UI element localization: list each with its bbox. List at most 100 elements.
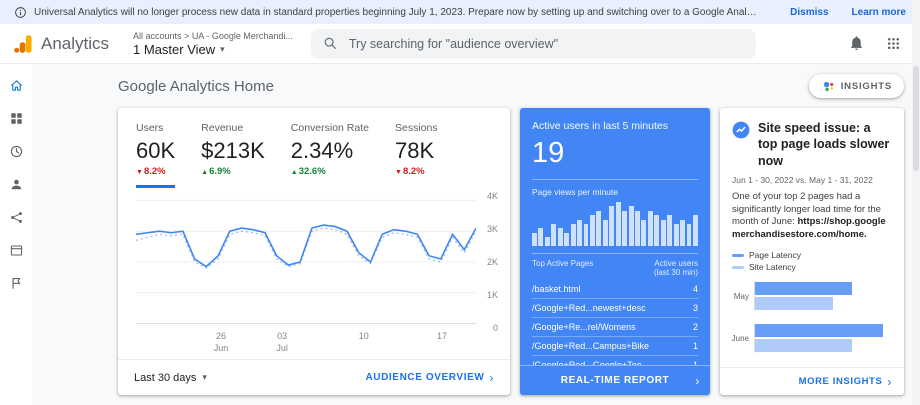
metric-label: Users — [136, 122, 164, 134]
pageview-bar — [673, 224, 679, 246]
pageview-bar — [622, 210, 628, 246]
sidebar-item-realtime[interactable] — [3, 138, 29, 164]
insights-button[interactable]: INSIGHTS — [808, 74, 904, 98]
y-tick-label: 1K — [486, 290, 498, 300]
active-page-path: /Google+Red...newest+desc — [532, 303, 646, 313]
active-page-users: 1 — [692, 341, 698, 351]
active-page-path: /Google+Red...Campus+Bike — [532, 341, 650, 351]
insight-title: Site speed issue: a top page loads slowe… — [758, 121, 890, 168]
chevron-right-icon: › — [695, 373, 700, 388]
metric-tab-sessions[interactable]: Sessions 78K ▼8.2% — [395, 122, 438, 188]
sidebar — [0, 64, 32, 405]
y-tick-label: 4K — [486, 191, 498, 201]
pageviews-label: Page views per minute — [532, 179, 698, 197]
acquisition-icon — [10, 211, 22, 223]
metric-tab-revenue[interactable]: Revenue $213K ▲6.9% — [201, 122, 265, 188]
latency-bar — [755, 297, 834, 310]
sidebar-item-customization[interactable] — [3, 105, 29, 131]
realtime-title: Active users in last 5 minutes — [532, 120, 668, 132]
legend-label: Site Latency — [749, 262, 796, 272]
pageview-bar — [667, 215, 673, 246]
apps-grid-icon[interactable] — [885, 35, 902, 52]
latency-row: May — [726, 281, 890, 311]
chevron-right-icon: › — [887, 374, 892, 389]
insight-body: One of your top 2 pages had a significan… — [732, 190, 886, 241]
latency-bar — [755, 339, 853, 352]
metric-value: 78K — [395, 138, 435, 163]
more-insights-link[interactable]: MORE INSIGHTS › — [799, 375, 892, 389]
pageview-bar — [596, 210, 602, 246]
latency-row: June — [726, 323, 890, 353]
pageview-bar — [654, 215, 660, 246]
pageview-bar — [680, 219, 685, 246]
pageview-bar — [635, 210, 640, 246]
x-tick-label: 03 Jul — [276, 331, 288, 353]
overview-chart-svg — [136, 196, 476, 328]
active-page-row[interactable]: /Google+Re...rel/Womens 2 — [532, 317, 698, 336]
y-tick-label: 3K — [486, 224, 498, 234]
chevron-right-icon: › — [489, 370, 494, 385]
chevron-down-icon: ▾ — [202, 372, 207, 382]
info-icon — [15, 6, 26, 18]
legend-label: Page Latency — [749, 250, 801, 260]
active-page-row[interactable]: /Google+Red...newest+desc 3 — [532, 298, 698, 317]
metric-tab-conversion-rate[interactable]: Conversion Rate 2.34% ▲32.6% — [291, 122, 369, 188]
pageview-bar — [551, 224, 557, 246]
latency-bar — [755, 324, 884, 337]
dismiss-button[interactable]: Dismiss — [790, 7, 828, 18]
sidebar-item-audience[interactable] — [3, 171, 29, 197]
pageview-bar — [557, 228, 563, 246]
pageview-bar — [532, 232, 537, 246]
insight-chart: May June — [720, 274, 904, 367]
sidebar-item-behavior[interactable] — [3, 237, 29, 263]
pageview-bar — [692, 215, 698, 246]
scrollbar-thumb[interactable] — [913, 66, 919, 171]
metric-value: 2.34% — [290, 138, 354, 163]
sidebar-item-home[interactable] — [3, 72, 29, 98]
vertical-scrollbar[interactable] — [912, 0, 920, 405]
search-input[interactable] — [346, 35, 744, 52]
insight-date-range: Jun 1 - 30, 2022 vs. May 1 - 31, 2022 — [732, 174, 873, 185]
y-tick-label: 0 — [492, 323, 498, 333]
realtime-card: Active users in last 5 minutes 19 Page v… — [520, 108, 710, 395]
search-bar[interactable] — [310, 28, 756, 59]
ua-deprecation-banner: Universal Analytics will no longer proce… — [0, 0, 920, 24]
pageview-bar — [628, 206, 634, 246]
learn-more-link[interactable]: Learn more — [852, 7, 906, 18]
pageview-bar — [564, 232, 570, 246]
active-page-row[interactable]: /Google+Red...Campus+Bike 1 — [532, 336, 698, 355]
realtime-report-link[interactable]: REAL-TIME REPORT › — [520, 365, 710, 395]
latency-category-label: June — [731, 333, 749, 343]
date-range-selector[interactable]: Last 30 days ▾ — [134, 372, 207, 384]
active-page-users: 4 — [692, 284, 698, 294]
active-page-row[interactable]: /Google+Red...Google+Tee 1 — [532, 355, 698, 365]
x-tick-label: 10 — [358, 331, 369, 341]
sidebar-item-conversions[interactable] — [3, 270, 29, 296]
audience-overview-link[interactable]: AUDIENCE OVERVIEW › — [365, 371, 494, 385]
metric-tab-users[interactable]: Users 60K ▼8.2% — [136, 122, 176, 188]
active-page-row[interactable]: /basket.html 4 — [532, 280, 698, 298]
overview-footer: Last 30 days ▾ AUDIENCE OVERVIEW › — [118, 359, 510, 395]
pageview-bar — [538, 228, 544, 246]
sidebar-item-acquisition[interactable] — [3, 204, 29, 230]
pageview-bar — [615, 202, 621, 246]
legend-swatch — [732, 253, 744, 257]
metric-delta: ▼8.2% — [136, 166, 166, 177]
metric-value: 60K — [136, 138, 176, 163]
audience-icon — [11, 179, 21, 189]
col-active-users: Active users (last 30 min) — [653, 259, 698, 277]
active-page-users: 2 — [692, 322, 698, 332]
intelligence-icon — [732, 121, 750, 139]
analytics-app: Universal Analytics will no longer proce… — [0, 0, 920, 405]
active-page-path: /Google+Re...rel/Womens — [532, 322, 636, 332]
pageview-bar — [577, 219, 582, 246]
customization-icon — [10, 112, 22, 124]
pageview-bar — [686, 224, 692, 246]
active-users-count: 19 — [532, 137, 565, 169]
legend-item: Site Latency — [732, 262, 892, 272]
account-switcher[interactable]: All accounts > UA - Google Merchandi... … — [133, 31, 293, 57]
pageview-bar — [641, 219, 647, 246]
notifications-bell-icon[interactable] — [848, 35, 865, 52]
latency-bar — [755, 282, 853, 295]
analytics-logo-icon[interactable] — [12, 33, 34, 55]
